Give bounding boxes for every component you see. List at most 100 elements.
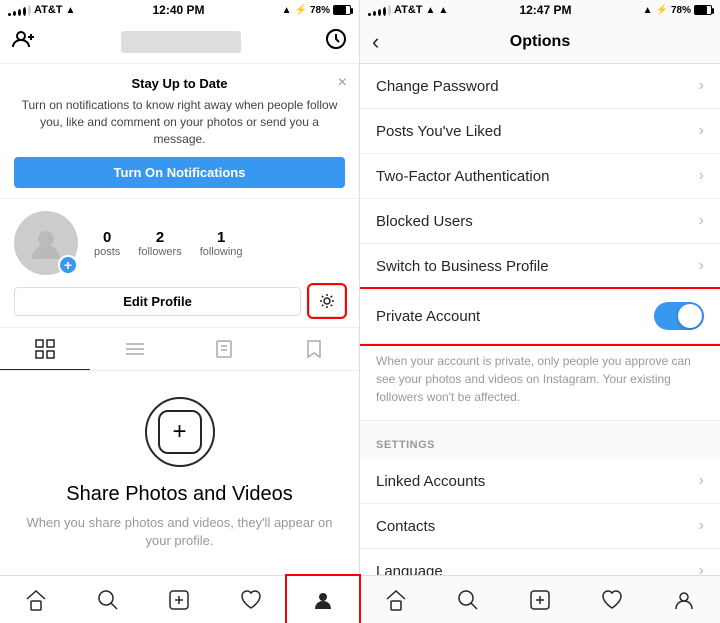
- empty-content: + Share Photos and Videos When you share…: [0, 371, 359, 575]
- chevron-right-icon: ›: [699, 167, 704, 185]
- right-time: 12:47 PM: [519, 3, 571, 17]
- close-notification-button[interactable]: ×: [338, 74, 347, 92]
- posts-liked-label: Posts You've Liked: [376, 123, 501, 140]
- grid-tab[interactable]: [0, 328, 90, 370]
- turn-on-notifications-button[interactable]: Turn On Notifications: [14, 157, 345, 188]
- right-bluetooth-icon: ⚡: [656, 5, 668, 16]
- edit-profile-button[interactable]: Edit Profile: [14, 287, 301, 316]
- chevron-right-icon: ›: [699, 212, 704, 230]
- following-stat: 1 following: [200, 229, 243, 258]
- private-account-toggle-container: [654, 302, 704, 330]
- linked-accounts-item[interactable]: Linked Accounts ›: [360, 459, 720, 504]
- page-title: Options: [510, 33, 570, 51]
- left-panel: AT&T ▲ 12:40 PM ▲ ⚡ 78%: [0, 0, 360, 623]
- contacts-label: Contacts: [376, 518, 435, 535]
- username-blurred: [121, 31, 241, 53]
- notification-banner: Stay Up to Date Turn on notifications to…: [0, 64, 359, 199]
- saved-tab[interactable]: [269, 328, 359, 370]
- profile-buttons: Edit Profile: [0, 281, 359, 327]
- battery-icon: [333, 5, 351, 15]
- followers-count: 2: [156, 229, 164, 246]
- notification-body: Turn on notifications to know right away…: [14, 97, 345, 147]
- right-add-button[interactable]: [504, 576, 576, 623]
- profile-stats: 0 posts 2 followers 1 following: [94, 229, 345, 258]
- list-tab[interactable]: [90, 328, 180, 370]
- following-count: 1: [217, 229, 225, 246]
- right-battery-area: ▲ ⚡ 78%: [643, 5, 712, 16]
- search-nav-button[interactable]: [72, 576, 144, 623]
- private-account-desc-text: When your account is private, only peopl…: [376, 352, 704, 406]
- content-tabs: [0, 327, 359, 371]
- right-signal2-icon: ▲: [438, 5, 448, 16]
- change-password-item[interactable]: Change Password ›: [360, 64, 720, 109]
- language-label: Language: [376, 563, 443, 576]
- change-password-label: Change Password: [376, 78, 499, 95]
- wifi-icon: ▲: [66, 5, 76, 16]
- chevron-right-icon: ›: [699, 257, 704, 275]
- blocked-users-label: Blocked Users: [376, 213, 473, 230]
- followers-stat: 2 followers: [138, 229, 181, 258]
- toggle-knob: [678, 304, 702, 328]
- right-heart-button[interactable]: [576, 576, 648, 623]
- settings-section-header: SETTINGS: [360, 421, 720, 459]
- home-nav-button[interactable]: [0, 576, 72, 623]
- right-carrier: AT&T ▲ ▲: [368, 4, 448, 16]
- left-carrier: AT&T ▲: [8, 4, 75, 16]
- right-top-nav: ‹ Options: [360, 20, 720, 64]
- right-panel: AT&T ▲ ▲ 12:47 PM ▲ ⚡ 78% ‹ Options Chan…: [360, 0, 720, 623]
- right-bottom-nav: [360, 575, 720, 623]
- signal-icon: [8, 5, 31, 16]
- right-status-bar: AT&T ▲ ▲ 12:47 PM ▲ ⚡ 78%: [360, 0, 720, 20]
- left-status-bar: AT&T ▲ 12:40 PM ▲ ⚡ 78%: [0, 0, 359, 20]
- options-list: Change Password › Posts You've Liked › T…: [360, 64, 720, 575]
- chevron-right-icon: ›: [699, 472, 704, 490]
- followers-label: followers: [138, 246, 181, 258]
- gear-button[interactable]: [309, 285, 345, 317]
- posts-stat: 0 posts: [94, 229, 120, 258]
- add-user-icon[interactable]: [12, 29, 36, 55]
- following-label: following: [200, 246, 243, 258]
- tagged-tab[interactable]: [180, 328, 270, 370]
- posts-liked-item[interactable]: Posts You've Liked ›: [360, 109, 720, 154]
- right-battery-icon: [694, 5, 712, 15]
- right-search-button[interactable]: [432, 576, 504, 623]
- avatar-container: +: [14, 211, 78, 275]
- posts-label: posts: [94, 246, 120, 258]
- chevron-right-icon: ›: [699, 517, 704, 535]
- right-profile-button[interactable]: [648, 576, 720, 623]
- back-button[interactable]: ‹: [372, 29, 379, 55]
- profile-nav-button[interactable]: [287, 576, 359, 623]
- chevron-right-icon: ›: [699, 122, 704, 140]
- chevron-right-icon: ›: [699, 562, 704, 575]
- right-wifi-icon: ▲: [426, 5, 436, 16]
- language-item[interactable]: Language ›: [360, 549, 720, 575]
- right-location-icon: ▲: [643, 5, 653, 16]
- add-content-icon: +: [145, 397, 215, 467]
- empty-state-title: Share Photos and Videos: [66, 483, 292, 506]
- blocked-users-item[interactable]: Blocked Users ›: [360, 199, 720, 244]
- notification-title: Stay Up to Date: [14, 76, 345, 91]
- two-factor-label: Two-Factor Authentication: [376, 168, 549, 185]
- history-icon[interactable]: [325, 28, 347, 55]
- bluetooth-icon: ⚡: [295, 5, 307, 16]
- private-account-item[interactable]: Private Account: [360, 289, 720, 344]
- heart-nav-button[interactable]: [215, 576, 287, 623]
- right-home-button[interactable]: [360, 576, 432, 623]
- profile-section: + 0 posts 2 followers 1 following: [0, 199, 359, 281]
- battery-text: 78%: [310, 5, 330, 16]
- switch-business-item[interactable]: Switch to Business Profile ›: [360, 244, 720, 289]
- chevron-right-icon: ›: [699, 77, 704, 95]
- empty-state-description: When you share photos and videos, they'l…: [20, 514, 339, 550]
- posts-count: 0: [103, 229, 111, 246]
- private-account-description: When your account is private, only peopl…: [360, 344, 720, 421]
- settings-section-label: SETTINGS: [376, 439, 435, 451]
- contacts-item[interactable]: Contacts ›: [360, 504, 720, 549]
- add-photo-button[interactable]: +: [58, 255, 78, 275]
- private-account-toggle[interactable]: [654, 302, 704, 330]
- right-signal-icon: [368, 5, 391, 16]
- location-icon: ▲: [282, 5, 292, 16]
- private-account-label: Private Account: [376, 308, 480, 325]
- add-nav-button[interactable]: [144, 576, 216, 623]
- left-bottom-nav: [0, 575, 359, 623]
- two-factor-item[interactable]: Two-Factor Authentication ›: [360, 154, 720, 199]
